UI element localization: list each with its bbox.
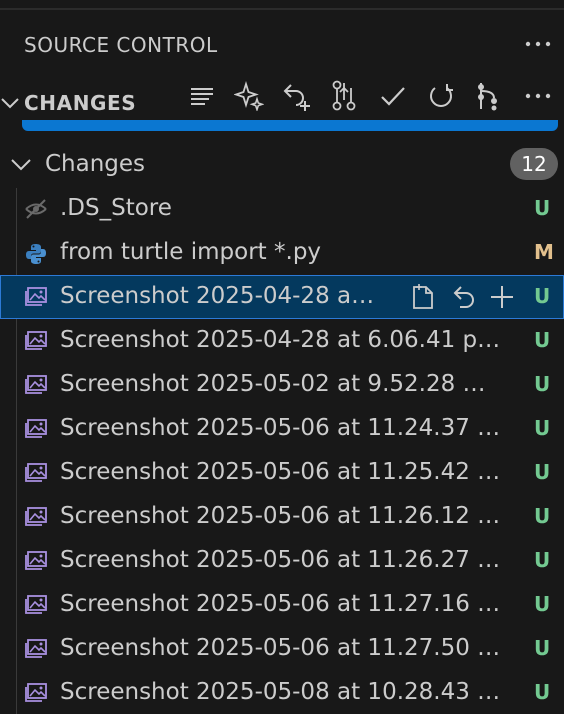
- file-name: Screenshot 2025-05-06 at 11.24.37 …: [60, 415, 501, 441]
- git-graph-icon: [478, 83, 497, 111]
- file-status-badge: U: [534, 328, 551, 352]
- changes-group-label: Changes: [45, 151, 146, 177]
- file-status-badge: U: [534, 196, 551, 220]
- section-title: CHANGES: [24, 91, 137, 115]
- branch-graph-button[interactable]: [329, 80, 361, 112]
- file-status-badge: U: [534, 416, 551, 440]
- image-icon: [24, 550, 48, 572]
- commit-button-bottom-edge[interactable]: [22, 120, 558, 131]
- file-name: Screenshot 2025-05-06 at 11.26.12 …: [60, 503, 501, 529]
- file-name: .DS_Store: [60, 195, 172, 221]
- file-name: from turtle import *.py: [60, 239, 322, 265]
- changes-count-badge: 12: [510, 148, 558, 180]
- image-icon: [24, 330, 48, 352]
- file-status-badge: U: [534, 504, 551, 528]
- discard-icon: [452, 284, 476, 310]
- image-icon: [24, 286, 48, 308]
- file-status-badge: M: [534, 240, 554, 264]
- file-name: Screenshot 2025-05-06 at 11.26.27 …: [60, 547, 501, 573]
- file-row[interactable]: Screenshot 2025-05-06 at 11.26.27 … U: [0, 539, 564, 583]
- generate-commit-message-button[interactable]: [233, 80, 265, 112]
- file-row[interactable]: Screenshot 2025-05-08 at 10.28.43 … U: [0, 671, 564, 714]
- file-name: Screenshot 2025-04-28 at 6.06.41 p…: [60, 327, 501, 353]
- python-icon: [24, 242, 48, 264]
- file-row[interactable]: .DS_Store U: [0, 187, 564, 231]
- ellipsis-icon: [525, 41, 551, 47]
- source-graph-button[interactable]: [473, 80, 505, 112]
- file-status-badge: U: [534, 460, 551, 484]
- file-row[interactable]: from turtle import *.py M: [0, 231, 564, 275]
- sparkle-icon: [234, 81, 264, 111]
- file-row[interactable]: Screenshot 2025-05-06 at 11.26.12 … U: [0, 495, 564, 539]
- discard-and-stage-button[interactable]: [282, 80, 314, 112]
- view-title: SOURCE CONTROL: [24, 33, 218, 57]
- file-row[interactable]: Screenshot 2025-05-06 at 11.24.37 … U: [0, 407, 564, 451]
- file-name: Screenshot 2025-05-08 at 10.28.43 …: [60, 679, 501, 705]
- commit-button[interactable]: [377, 80, 409, 112]
- git-compare-icon: [332, 80, 356, 111]
- check-icon: [381, 87, 405, 106]
- file-name: Screenshot 2025-05-06 at 11.27.50 …: [60, 635, 501, 661]
- file-name: Screenshot 2025-05-02 at 9.52.28 …: [60, 371, 486, 397]
- chevron-down-icon: [11, 159, 31, 171]
- open-file-icon: [410, 283, 436, 311]
- changes-group-row[interactable]: Changes 12: [0, 143, 564, 187]
- image-icon: [24, 418, 48, 440]
- file-row[interactable]: Screenshot 2025-04-28 at 6.06.41 p… U: [0, 319, 564, 363]
- discard-changes-button[interactable]: [448, 281, 480, 313]
- file-name: Screenshot 2025-04-28 a…: [60, 283, 375, 309]
- eye-closed-icon: [24, 198, 48, 220]
- image-icon: [24, 638, 48, 660]
- file-status-badge: U: [534, 592, 551, 616]
- view-as-list-button[interactable]: [186, 80, 218, 112]
- more-actions-button[interactable]: [522, 80, 554, 112]
- panel-top-border: [0, 8, 564, 10]
- file-name: Screenshot 2025-05-06 at 11.27.16 …: [60, 591, 501, 617]
- stage-plus-icon: [489, 284, 515, 310]
- file-status-badge: U: [534, 372, 551, 396]
- open-file-button[interactable]: [407, 281, 439, 313]
- file-name: Screenshot 2025-05-06 at 11.25.42 …: [60, 459, 501, 485]
- file-status-badge: U: [534, 636, 551, 660]
- file-row[interactable]: Screenshot 2025-05-02 at 9.52.28 … U: [0, 363, 564, 407]
- file-status-badge: U: [534, 548, 551, 572]
- refresh-icon: [430, 84, 453, 107]
- image-icon: [24, 594, 48, 616]
- image-icon: [24, 682, 48, 704]
- stage-changes-button[interactable]: [486, 281, 518, 313]
- ellipsis-icon: [525, 93, 551, 99]
- file-status-badge: U: [534, 680, 551, 704]
- undo-plus-icon: [283, 84, 310, 111]
- file-row[interactable]: Screenshot 2025-05-06 at 11.25.42 … U: [0, 451, 564, 495]
- image-icon: [24, 462, 48, 484]
- list-icon: [191, 88, 213, 105]
- chevron-down-icon: [1, 98, 19, 109]
- image-icon: [24, 374, 48, 396]
- file-row[interactable]: Screenshot 2025-05-06 at 11.27.50 … U: [0, 627, 564, 671]
- image-icon: [24, 506, 48, 528]
- file-status-badge: U: [534, 284, 551, 308]
- view-more-actions-button[interactable]: [520, 28, 556, 60]
- file-row[interactable]: Screenshot 2025-04-28 a… U: [0, 275, 564, 319]
- refresh-button[interactable]: [425, 80, 457, 112]
- file-row[interactable]: Screenshot 2025-05-06 at 11.27.16 … U: [0, 583, 564, 627]
